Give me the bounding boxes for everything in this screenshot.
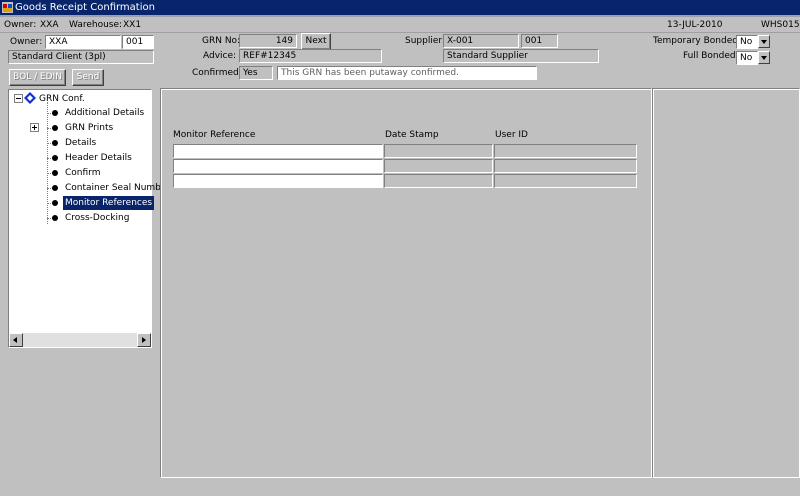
- send-button[interactable]: Send: [72, 69, 104, 86]
- owner-name-field: Standard Client (3pl): [8, 50, 154, 64]
- infobar-date: 13-JUL-2010: [667, 20, 723, 30]
- tree-item-label: Confirm: [65, 168, 101, 178]
- full-bonded-label: Full Bonded:: [683, 51, 739, 61]
- infobar-warehouse-label: Warehouse:: [69, 20, 123, 30]
- tree-item-label: Cross-Docking: [65, 213, 130, 223]
- tree-item-label: Header Details: [65, 153, 132, 163]
- app-icon: [2, 2, 13, 13]
- bullet-icon: [52, 125, 58, 131]
- confirmed-message-field: This GRN has been putaway confirmed.: [277, 66, 537, 80]
- tree-item-label: GRN Prints: [65, 123, 114, 133]
- owner-sub-field[interactable]: 001: [122, 35, 154, 49]
- bullet-icon: [52, 215, 58, 221]
- supplier-sub-field[interactable]: 001: [521, 34, 558, 48]
- window-title: Goods Receipt Confirmation: [15, 2, 155, 13]
- bullet-icon: [52, 200, 58, 206]
- tree-item-label: Details: [65, 138, 97, 148]
- date-stamp-cell: [384, 159, 493, 173]
- confirmed-field: Yes: [239, 66, 273, 80]
- owner-label: Owner:: [10, 37, 43, 47]
- user-id-cell: [494, 159, 637, 173]
- column-header-monitor-reference: Monitor Reference: [173, 130, 256, 140]
- column-header-user-id: User ID: [495, 130, 528, 140]
- monitor-references-panel: Monitor Reference Date Stamp User ID: [160, 88, 652, 478]
- infobar-owner-value: XXA: [40, 20, 59, 30]
- temp-bonded-dropdown-icon[interactable]: [758, 35, 770, 48]
- infobar-warehouse-value: XX1: [123, 20, 142, 30]
- supplier-label: Supplier:: [405, 36, 445, 46]
- supplier-name-field: Standard Supplier: [443, 49, 599, 63]
- user-id-cell: [494, 144, 637, 158]
- user-id-cell: [494, 174, 637, 188]
- temp-bonded-label: Temporary Bonded:: [653, 36, 741, 46]
- grn-number-field[interactable]: 149: [239, 34, 297, 48]
- title-bar: Goods Receipt Confirmation: [0, 0, 800, 15]
- monitor-reference-input[interactable]: [173, 174, 383, 188]
- bullet-icon: [52, 110, 58, 116]
- monitor-reference-input[interactable]: [173, 159, 383, 173]
- bullet-icon: [52, 185, 58, 191]
- tree-root-label[interactable]: GRN Conf.: [39, 93, 85, 105]
- bullet-icon: [52, 170, 58, 176]
- navigation-tree: GRN Conf. Additional Details GRN Prints …: [8, 89, 175, 348]
- bullet-icon: [52, 155, 58, 161]
- diamond-node-icon: [24, 92, 36, 104]
- advice-label: Advice:: [203, 51, 237, 61]
- advice-field[interactable]: REF#12345: [239, 49, 382, 63]
- date-stamp-cell: [384, 144, 493, 158]
- tree-horizontal-scrollbar[interactable]: [9, 333, 151, 347]
- next-button[interactable]: Next: [301, 33, 331, 50]
- date-stamp-cell: [384, 174, 493, 188]
- temp-bonded-select[interactable]: No: [736, 35, 758, 49]
- tree-expand-icon[interactable]: [30, 123, 39, 132]
- confirmed-label: Confirmed:: [192, 68, 242, 78]
- column-header-date-stamp: Date Stamp: [385, 130, 439, 140]
- right-side-panel: [652, 88, 800, 478]
- info-bar: Owner: XXA Warehouse: XX1 13-JUL-2010 WH…: [0, 15, 800, 33]
- infobar-owner-label: Owner:: [4, 20, 37, 30]
- bol-edin-button[interactable]: BOL / EDIN: [9, 69, 66, 86]
- grn-label: GRN No:: [202, 36, 241, 46]
- scroll-right-icon[interactable]: [137, 333, 151, 347]
- monitor-reference-input[interactable]: [173, 144, 383, 158]
- full-bonded-select[interactable]: No: [736, 51, 758, 65]
- tree-collapse-icon[interactable]: [14, 94, 23, 103]
- owner-code-field[interactable]: XXA: [45, 35, 121, 49]
- supplier-code-field[interactable]: X-001: [443, 34, 519, 48]
- infobar-screen-code: WHS0150: [761, 20, 800, 30]
- tree-item-label: Additional Details: [65, 108, 145, 118]
- bullet-icon: [52, 140, 58, 146]
- tree-item-label: Monitor References: [63, 196, 155, 210]
- full-bonded-dropdown-icon[interactable]: [758, 51, 770, 64]
- scroll-left-icon[interactable]: [9, 333, 23, 347]
